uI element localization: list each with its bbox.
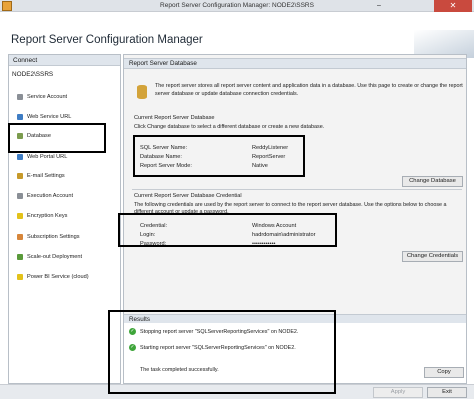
nav-label: Scale-out Deployment — [27, 254, 83, 260]
connect-button[interactable]: Connect — [9, 55, 120, 66]
nav-web-service-url[interactable]: Web Service URL — [17, 112, 71, 122]
service-account-icon — [17, 94, 23, 100]
nav-label: Execution Account — [27, 193, 74, 199]
key-icon — [17, 213, 23, 219]
nav-label: Power BI Service (cloud) — [27, 274, 89, 280]
nav-subscription-settings[interactable]: Subscription Settings — [17, 232, 80, 242]
close-button[interactable]: ✕ — [434, 0, 472, 12]
apply-button[interactable]: Apply — [373, 387, 423, 398]
app-header: Report Server Configuration Manager — [0, 12, 474, 58]
email-icon — [17, 173, 23, 179]
current-db-title: Current Report Server Database — [134, 115, 215, 121]
divider — [132, 189, 462, 190]
nav-email-settings[interactable]: E-mail Settings — [17, 171, 65, 181]
credential-title: Current Report Server Database Credentia… — [134, 193, 242, 199]
exit-button[interactable]: Exit — [427, 387, 467, 398]
navigation-panel: Connect NODE2\SSRS Service Account Web S… — [8, 54, 121, 384]
nav-power-bi-service[interactable]: Power BI Service (cloud) — [17, 272, 89, 282]
power-bi-icon — [17, 274, 23, 280]
nav-label: Web Service URL — [27, 114, 72, 120]
current-db-description: Click Change database to select a differ… — [134, 124, 325, 130]
server-name: NODE2\SSRS — [12, 71, 54, 78]
copy-button[interactable]: Copy — [424, 367, 464, 378]
page-title: Report Server Configuration Manager — [11, 34, 203, 46]
execution-account-icon — [17, 193, 23, 199]
nav-encryption-keys[interactable]: Encryption Keys — [17, 211, 67, 221]
web-service-icon — [17, 114, 23, 120]
section-title: Report Server Database — [124, 58, 466, 69]
change-credentials-button[interactable]: Change Credentials — [402, 251, 463, 262]
nav-label: Encryption Keys — [27, 213, 68, 219]
nav-execution-account[interactable]: Execution Account — [17, 191, 73, 201]
highlight-box — [8, 123, 106, 153]
minimize-button[interactable]: – — [374, 2, 384, 9]
intro-text: The report server stores all report serv… — [155, 83, 463, 97]
nav-label: E-mail Settings — [27, 173, 65, 179]
database-icon — [137, 85, 147, 99]
change-database-button[interactable]: Change Database — [402, 176, 463, 187]
window-title: Report Server Configuration Manager: NOD… — [160, 2, 314, 9]
nav-web-portal-url[interactable]: Web Portal URL — [17, 152, 67, 162]
highlight-box — [133, 135, 305, 177]
scale-out-icon — [17, 254, 23, 260]
nav-label: Web Portal URL — [27, 154, 68, 160]
nav-label: Service Account — [27, 94, 68, 100]
nav-scale-out-deployment[interactable]: Scale-out Deployment — [17, 252, 82, 262]
highlight-box — [108, 310, 336, 394]
subscription-icon — [17, 234, 23, 240]
title-bar: Report Server Configuration Manager: NOD… — [0, 0, 474, 12]
web-portal-icon — [17, 154, 23, 160]
highlight-box — [118, 213, 337, 247]
nav-label: Subscription Settings — [27, 234, 80, 240]
nav-service-account[interactable]: Service Account — [17, 92, 67, 102]
